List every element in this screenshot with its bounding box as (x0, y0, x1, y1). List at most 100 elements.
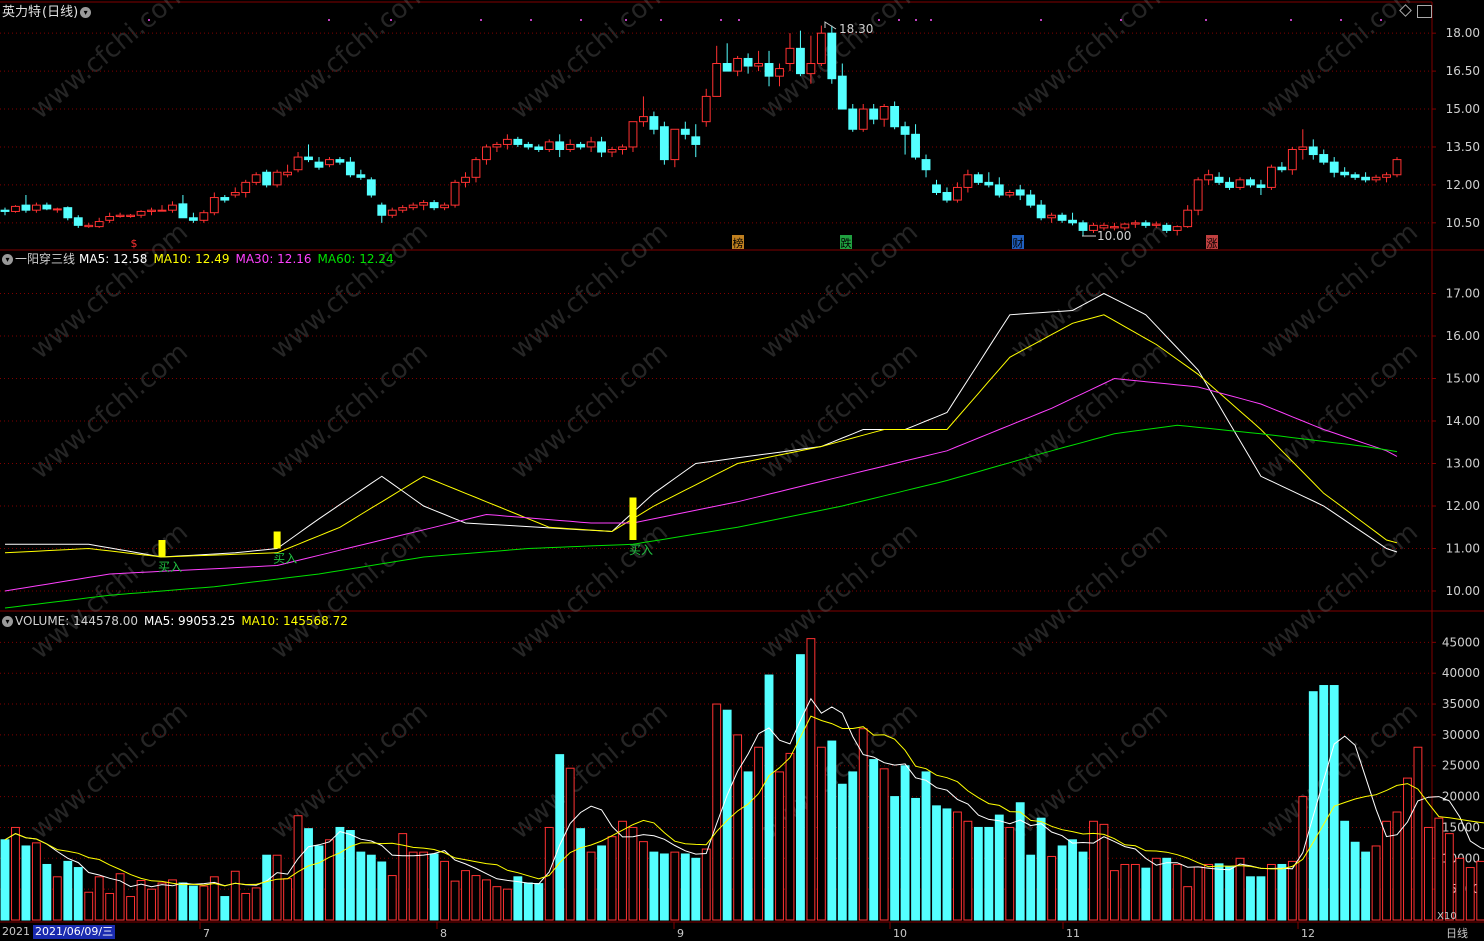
volume-bar (283, 878, 293, 921)
volume-bar (1204, 863, 1214, 921)
watermark: www.cfchi.com (1255, 0, 1424, 125)
chevron-down-icon[interactable]: ▾ (2, 616, 13, 627)
window-icon[interactable] (1417, 5, 1432, 18)
candle (1130, 222, 1140, 225)
volume-bar (994, 814, 1004, 921)
candle (262, 171, 272, 186)
candle (1057, 214, 1067, 221)
volume-bar (366, 854, 376, 921)
candle (837, 75, 847, 110)
candle (827, 32, 837, 80)
volume-bar (879, 768, 889, 921)
volume-bar (42, 863, 52, 921)
volume-bar (1340, 820, 1350, 921)
volume-bar (921, 771, 931, 921)
candle (1172, 226, 1182, 231)
volume-bar (325, 839, 334, 921)
volume-bar (670, 851, 680, 921)
volume-bar (544, 826, 554, 921)
volume-bar (345, 830, 355, 921)
volume-bar (649, 851, 659, 921)
buy-signal-bar (629, 497, 637, 540)
candle (1308, 146, 1318, 156)
candle (576, 143, 586, 148)
volume-bar (911, 797, 920, 921)
volume-bar (513, 876, 523, 921)
candle (157, 209, 167, 212)
indicator-tick-label: 10.00 (1446, 584, 1480, 598)
volume-bar (806, 638, 816, 921)
candle (691, 136, 701, 145)
indicator-tick-label: 17.00 (1446, 287, 1480, 301)
candle (994, 184, 1004, 196)
volume-bar (52, 876, 62, 921)
volume-bar (733, 734, 743, 921)
candle (544, 141, 554, 150)
volume-bar (984, 826, 994, 921)
chevron-down-icon[interactable]: ▾ (2, 254, 13, 265)
volume-bar (639, 841, 648, 921)
top-marker (1340, 19, 1342, 21)
top-marker (530, 19, 532, 21)
candle (105, 216, 115, 221)
candle (461, 176, 470, 183)
candle (1068, 219, 1077, 224)
volume-bar (607, 836, 617, 921)
volume-bar (869, 759, 879, 921)
candle (597, 141, 606, 153)
price-tick-label: 15.00 (1446, 102, 1480, 116)
candle (1162, 224, 1172, 231)
volume-bar (94, 876, 104, 921)
volume-bar (1120, 863, 1130, 921)
candle (199, 212, 209, 221)
volume-bar (1392, 811, 1402, 921)
volume-bar (251, 887, 261, 921)
volume-bar (1350, 841, 1360, 921)
candle (356, 174, 366, 178)
candle (754, 63, 763, 67)
candle (1005, 191, 1015, 196)
volume-bar (126, 896, 136, 921)
candle (471, 159, 481, 178)
candle (304, 156, 313, 161)
volume-bar (105, 892, 115, 921)
ma30-value: MA30: 12.16 (235, 252, 312, 266)
candle (52, 208, 62, 211)
indicator-tick-label: 13.00 (1446, 457, 1480, 471)
price-tick-label: 16.50 (1446, 64, 1480, 78)
max-arrow-icon (824, 21, 837, 30)
candle (11, 205, 20, 212)
candle (147, 209, 156, 212)
top-marker (1290, 19, 1292, 21)
buy-signal-bar (273, 531, 281, 549)
volume-bar (419, 851, 429, 921)
top-marker (480, 19, 482, 21)
candle (701, 95, 711, 123)
candle (1036, 204, 1046, 219)
volume-bar (450, 880, 460, 921)
candle (209, 197, 219, 214)
candle (911, 133, 920, 158)
candle (1287, 148, 1297, 171)
volume-bar (178, 882, 188, 921)
volume-ma10: MA10: 145568.72 (241, 614, 348, 628)
stock-chart[interactable]: www.cfchi.com www.cfchi.com www.cfchi.com w… (0, 0, 1484, 940)
candle (335, 159, 345, 163)
watermark: www.cfchi.com (1005, 0, 1174, 125)
volume-bar (1057, 845, 1067, 921)
top-marker (390, 19, 392, 21)
volume-bar (63, 860, 73, 921)
volume-bar (220, 896, 230, 921)
chevron-down-icon[interactable]: ▾ (80, 7, 92, 18)
volume-bar (659, 853, 669, 921)
volume-bar (712, 703, 722, 921)
volume-bar (1005, 826, 1015, 921)
volume-bar (722, 709, 732, 921)
period-tab[interactable]: 日线 (1446, 925, 1468, 941)
volume-bar (387, 875, 397, 921)
volume-bar (586, 851, 596, 921)
candle (325, 159, 334, 166)
buy-signal-label: 买入 (273, 552, 297, 566)
candle (398, 207, 408, 211)
volume-unit: X10 (1437, 911, 1457, 922)
